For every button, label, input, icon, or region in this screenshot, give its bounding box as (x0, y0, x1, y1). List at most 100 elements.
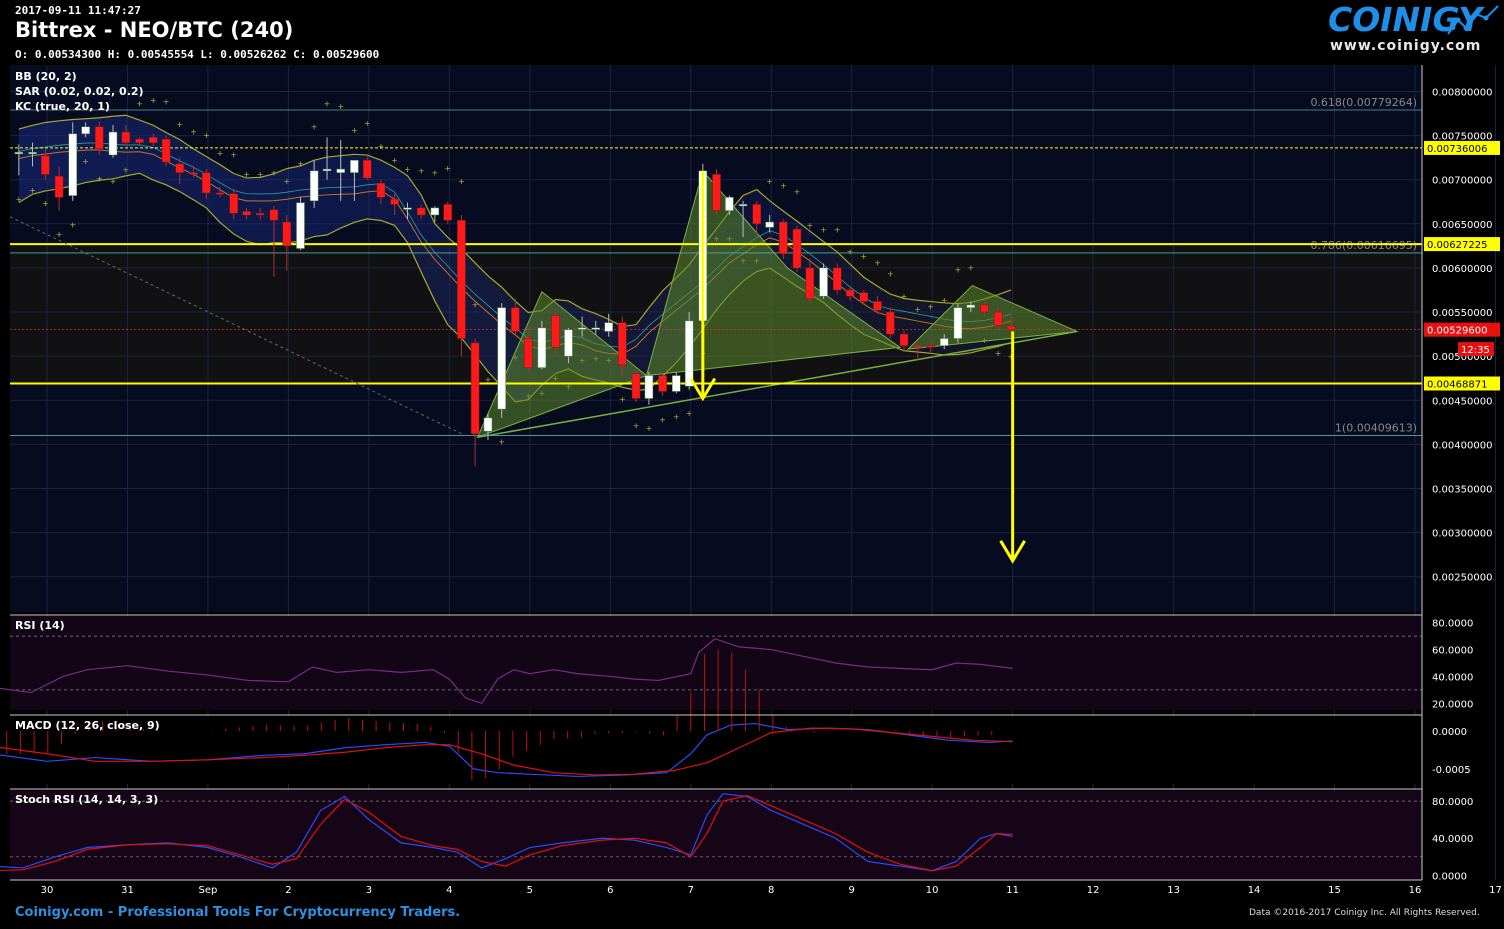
sar-dot: + (847, 248, 854, 257)
y-tick-label: 0.00800000 (1432, 87, 1492, 98)
sar-dot: + (324, 99, 331, 108)
x-tick-label: 16 (1409, 885, 1422, 896)
candle (81, 126, 90, 135)
x-tick-label: 30 (41, 885, 54, 896)
y-tick-label: 80.0000 (1432, 619, 1473, 630)
candle (537, 327, 547, 368)
price-tag-label: 0.00627225 (1427, 240, 1487, 251)
candle (322, 168, 332, 172)
sar-dot: + (56, 230, 63, 239)
candle (511, 307, 520, 332)
y-tick-label: 0.0000 (1432, 727, 1467, 738)
sar-dot: + (646, 424, 653, 433)
candle (644, 375, 654, 399)
y-tick-label: 0.00450000 (1432, 396, 1492, 407)
sar-dot: + (351, 126, 358, 135)
candle (805, 267, 815, 300)
sar-dot: + (418, 167, 425, 176)
x-tick-label: 5 (527, 885, 533, 896)
y-tick-label: 40.0000 (1432, 672, 1473, 683)
x-tick-label: 9 (849, 885, 855, 896)
candle (658, 375, 667, 392)
candle (939, 338, 949, 346)
sar-dot: + (82, 157, 89, 166)
fib-label: 0.786(0.00616695) (1310, 239, 1417, 252)
sar-dot: + (15, 195, 22, 204)
y-tick-label: 80.0000 (1432, 797, 1473, 808)
candle (269, 209, 279, 221)
chart-canvas[interactable]: + + + + + + + + + + + + + + + + + + + + + + + + + + + + + + + + + + + + + + + +… (0, 0, 1504, 900)
candle (899, 333, 909, 346)
candle (564, 329, 573, 357)
sar-dot: + (780, 182, 787, 191)
candle (175, 163, 185, 173)
oscillator-title: MACD (12, 26, close, 9) (15, 719, 160, 732)
candle (779, 221, 788, 255)
y-tick-label: 0.00650000 (1432, 220, 1492, 231)
sar-dot: + (243, 170, 250, 179)
candle (215, 192, 225, 195)
candle (859, 292, 869, 302)
candle (470, 342, 480, 435)
candle (28, 152, 37, 155)
price-tag-label: 0.00736006 (1427, 144, 1487, 155)
sar-dot: + (404, 165, 411, 174)
candle (966, 304, 976, 308)
sar-dot: + (110, 177, 117, 186)
candle (443, 204, 452, 221)
sar-dot: + (42, 199, 49, 208)
candle (430, 207, 440, 216)
sar-dot: + (941, 296, 948, 305)
x-tick-label: 15 (1328, 885, 1341, 896)
sar-dot: + (619, 395, 626, 404)
candle (41, 155, 50, 175)
footer-tagline[interactable]: Coinigy.com - Professional Tools For Cry… (15, 905, 460, 920)
sar-dot: + (472, 301, 479, 310)
sar-dot: + (633, 421, 640, 430)
candle (108, 131, 118, 156)
price-tag-label: 0.00529600 (1427, 326, 1487, 337)
sar-dot: + (217, 149, 224, 158)
candle (819, 267, 828, 297)
y-tick-label: 40.0000 (1432, 834, 1473, 845)
sar-dot: + (820, 226, 827, 235)
x-tick-label: 7 (688, 885, 694, 896)
y-tick-label: 0.0000 (1432, 871, 1467, 882)
price-tag-label: 12:35 (1461, 345, 1490, 356)
candle (577, 327, 587, 330)
sar-dot: + (967, 264, 974, 273)
x-tick-label: 13 (1167, 885, 1180, 896)
candle (121, 131, 131, 143)
sar-dot: + (391, 156, 398, 165)
candle (363, 160, 372, 179)
candle (551, 315, 560, 348)
sar-dot: + (311, 122, 318, 131)
candle (738, 204, 748, 207)
sar-dot: + (458, 177, 465, 186)
candle (980, 304, 989, 313)
sar-dot: + (283, 177, 290, 186)
x-tick-label: 10 (926, 885, 939, 896)
candle (873, 301, 882, 311)
candle (712, 174, 721, 211)
sar-dot: + (498, 437, 505, 446)
sar-dot: + (69, 220, 76, 229)
x-tick-label: 8 (768, 885, 774, 896)
candle (913, 345, 922, 348)
candle (1006, 325, 1016, 330)
sar-dot: + (914, 305, 921, 314)
candle (457, 220, 466, 339)
candle (403, 207, 412, 210)
x-tick-label: 6 (607, 885, 613, 896)
y-tick-label: 0.00600000 (1432, 264, 1492, 275)
candle (189, 172, 198, 175)
candle (926, 345, 935, 348)
sar-dot: + (995, 349, 1002, 358)
candle (631, 373, 641, 399)
oscillator-title: RSI (14) (15, 619, 65, 632)
candle (350, 160, 359, 173)
sar-dot: + (444, 164, 451, 173)
x-tick-label: 11 (1006, 885, 1019, 896)
sar-dot: + (257, 170, 264, 179)
sar-dot: + (378, 142, 385, 151)
